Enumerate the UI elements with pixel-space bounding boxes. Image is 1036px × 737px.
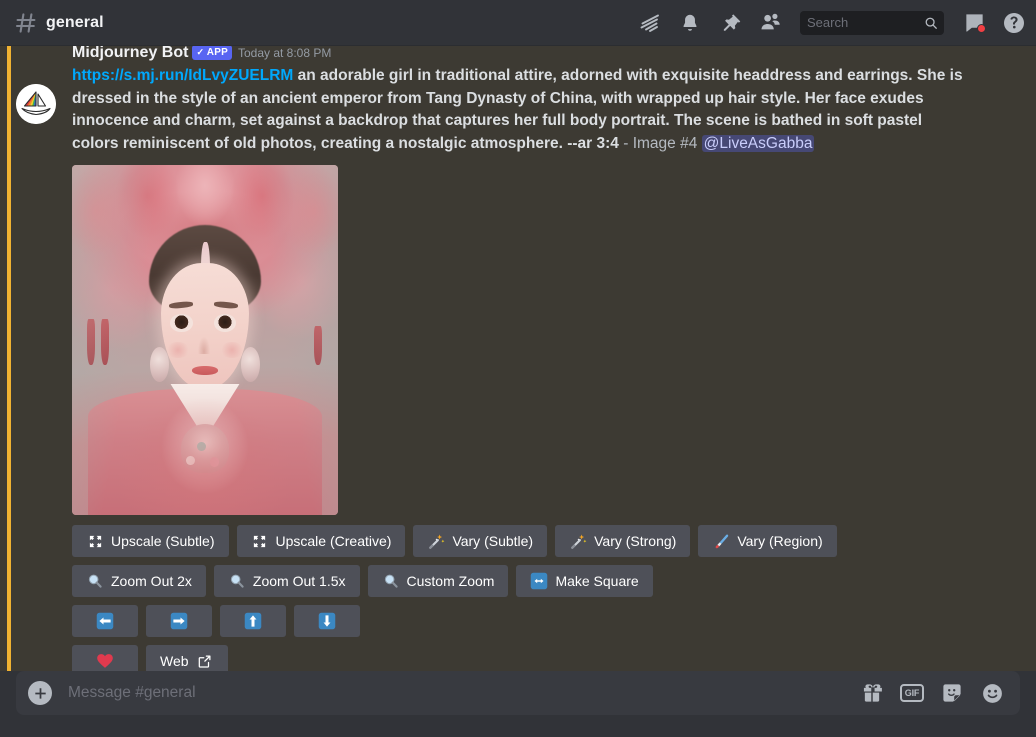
vary-subtle-button[interactable]: Vary (Subtle) xyxy=(413,525,548,557)
image-index-text: - Image #4 xyxy=(618,134,702,152)
favorite-web-row: Web xyxy=(72,645,1020,671)
inbox-icon[interactable] xyxy=(962,11,986,35)
gif-badge-label: GIF xyxy=(900,684,924,702)
app-badge-label: APP xyxy=(206,47,228,58)
vary-strong-button[interactable]: Vary (Strong) xyxy=(555,525,691,557)
message-list[interactable]: Midjourney Bot ✓ APP Today at 8:08 PM http… xyxy=(0,46,1036,671)
inbox-unread-dot xyxy=(977,23,986,33)
magic-wand-icon xyxy=(569,532,587,550)
add-attachment-button[interactable] xyxy=(28,681,52,705)
search-input[interactable]: Search xyxy=(800,10,944,35)
pan-up-button[interactable] xyxy=(220,605,286,637)
button-label: Upscale (Subtle) xyxy=(111,533,215,549)
expand-arrows-icon xyxy=(251,532,269,550)
gif-icon[interactable]: GIF xyxy=(900,681,924,705)
paintbrush-icon xyxy=(712,532,730,550)
midjourney-avatar[interactable] xyxy=(16,84,56,124)
upscale-creative-button[interactable]: Upscale (Creative) xyxy=(236,525,406,557)
arrow-up-icon xyxy=(244,612,262,630)
notification-bell-icon[interactable] xyxy=(678,11,702,35)
help-icon[interactable] xyxy=(1002,11,1026,35)
generated-image-art xyxy=(72,165,338,515)
message-content: https://s.mj.run/IdLvyZUELRM an adorable… xyxy=(72,65,972,155)
threads-icon[interactable] xyxy=(638,11,662,35)
message-timestamp: Today at 8:08 PM xyxy=(237,46,332,60)
zoom-row: Zoom Out 2x Zoom Out 1.5x Custom Zoom Ma… xyxy=(72,565,1020,597)
channel-name: general xyxy=(46,13,104,31)
prompt-source-link[interactable]: https://s.mj.run/IdLvyZUELRM xyxy=(72,67,293,84)
message-composer[interactable]: Message #general GIF xyxy=(16,671,1020,715)
composer-area: Message #general GIF xyxy=(0,671,1036,737)
web-button[interactable]: Web xyxy=(146,645,228,671)
pan-row xyxy=(72,605,1020,637)
search-icon xyxy=(924,16,938,30)
search-placeholder: Search xyxy=(807,14,849,30)
button-label: Zoom Out 2x xyxy=(111,573,192,589)
mention-highlight-bar xyxy=(7,46,11,671)
midjourney-action-buttons: Upscale (Subtle) Upscale (Creative) Vary… xyxy=(72,525,1020,671)
heart-icon xyxy=(96,652,114,670)
vary-region-button[interactable]: Vary (Region) xyxy=(698,525,837,557)
composer-actions: GIF xyxy=(860,681,1004,705)
make-square-button[interactable]: Make Square xyxy=(516,565,653,597)
button-label: Vary (Strong) xyxy=(594,533,677,549)
button-label: Zoom Out 1.5x xyxy=(252,573,346,589)
user-mention[interactable]: @LiveAsGabba xyxy=(701,134,815,152)
upscale-vary-row: Upscale (Subtle) Upscale (Creative) Vary… xyxy=(72,525,1020,557)
left-right-arrow-icon xyxy=(530,572,548,590)
hash-icon xyxy=(14,11,38,35)
message-author[interactable]: Midjourney Bot xyxy=(72,46,188,61)
emoji-icon[interactable] xyxy=(980,681,1004,705)
upscale-subtle-button[interactable]: Upscale (Subtle) xyxy=(72,525,229,557)
gift-icon[interactable] xyxy=(860,681,884,705)
message-item: Midjourney Bot ✓ APP Today at 8:08 PM http… xyxy=(0,46,1036,671)
message-header: Midjourney Bot ✓ APP Today at 8:08 PM xyxy=(72,46,1020,64)
button-label: Upscale (Creative) xyxy=(275,533,392,549)
header-actions: Search xyxy=(638,10,1026,35)
member-list-icon[interactable] xyxy=(758,11,782,35)
magnifying-glass-icon xyxy=(86,572,104,590)
zoom-out-2x-button[interactable]: Zoom Out 2x xyxy=(72,565,206,597)
arrow-down-icon xyxy=(318,612,336,630)
magnifying-glass-icon xyxy=(382,572,400,590)
pinned-messages-icon[interactable] xyxy=(718,11,742,35)
custom-zoom-button[interactable]: Custom Zoom xyxy=(367,565,509,597)
arrow-left-icon xyxy=(96,612,114,630)
favorite-button[interactable] xyxy=(72,645,138,671)
magnifying-glass-icon xyxy=(228,572,246,590)
pan-down-button[interactable] xyxy=(294,605,360,637)
generated-image-attachment[interactable] xyxy=(72,165,338,515)
button-label: Web xyxy=(160,653,189,669)
zoom-out-1-5x-button[interactable]: Zoom Out 1.5x xyxy=(213,565,360,597)
arrow-right-icon xyxy=(170,612,188,630)
pan-left-button[interactable] xyxy=(72,605,138,637)
button-label: Custom Zoom xyxy=(406,573,495,589)
message-input[interactable]: Message #general xyxy=(68,671,860,715)
button-label: Make Square xyxy=(555,573,639,589)
magic-wand-icon xyxy=(427,532,445,550)
button-label: Vary (Subtle) xyxy=(452,533,534,549)
bot-app-badge: ✓ APP xyxy=(192,46,232,60)
verified-check-icon: ✓ xyxy=(196,47,205,57)
channel-header: general Search xyxy=(0,0,1036,46)
expand-arrows-icon xyxy=(86,532,104,550)
sticker-icon[interactable] xyxy=(940,681,964,705)
button-label: Vary (Region) xyxy=(737,533,823,549)
pan-right-button[interactable] xyxy=(146,605,212,637)
external-link-icon xyxy=(196,652,214,670)
discord-app-window: general Search Midjourney Bot ✓ APP Toda… xyxy=(0,0,1036,737)
